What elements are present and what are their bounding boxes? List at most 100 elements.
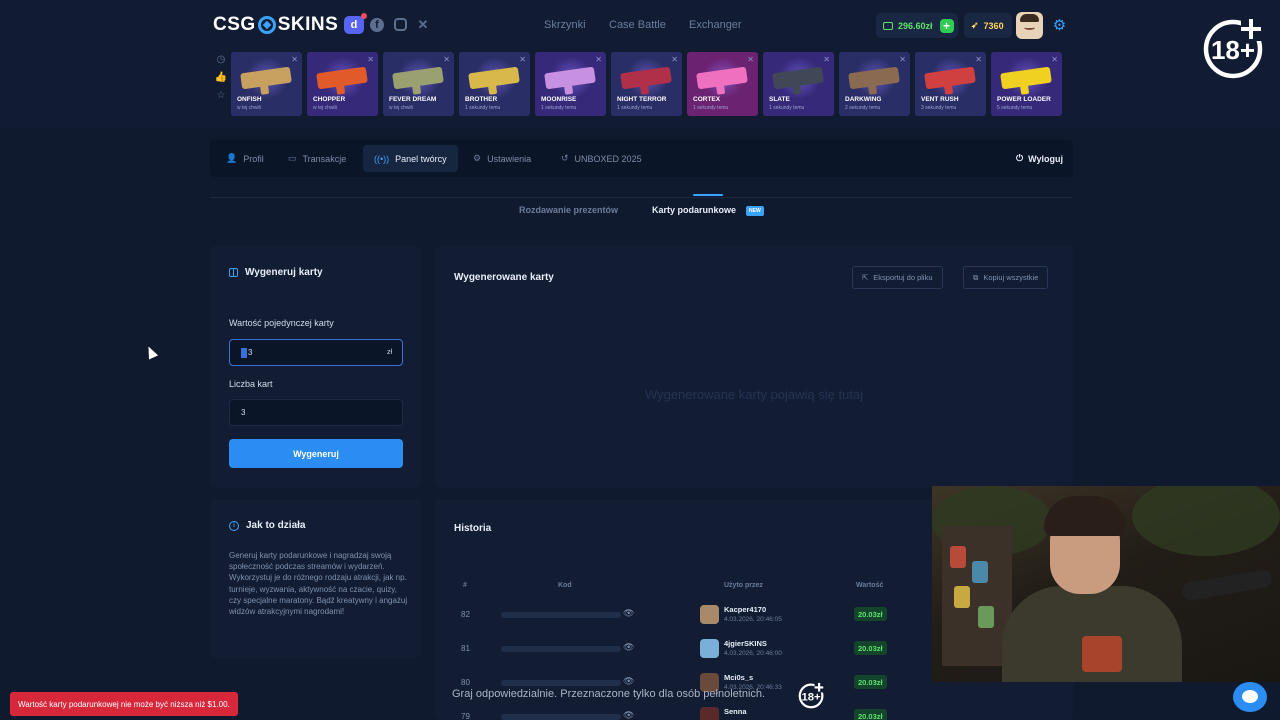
- nav-case-battle[interactable]: Case Battle: [609, 19, 666, 31]
- case-time: 1 sekundy temu: [617, 105, 653, 111]
- case-time: 1 sekundy temu: [465, 105, 501, 111]
- can: [972, 561, 988, 583]
- close-icon[interactable]: ✕: [747, 55, 754, 64]
- card-count-label: Liczba kart: [229, 379, 273, 389]
- settings-gear-icon[interactable]: ⚙: [1051, 17, 1068, 34]
- user-name: Kacper4170: [724, 605, 767, 614]
- case-time: 1 sekundy temu: [769, 105, 805, 111]
- power-icon: ⏻: [1016, 153, 1024, 163]
- mouse-cursor-icon: [143, 344, 159, 360]
- subtab-gift-cards[interactable]: Karty podarunkowe: [652, 205, 736, 215]
- eye-icon[interactable]: 👁: [623, 676, 634, 687]
- case-card[interactable]: ✕ BROTHER 1 sekundy temu: [459, 52, 530, 116]
- close-icon[interactable]: ✕: [367, 55, 374, 64]
- clock-icon[interactable]: ◷: [217, 54, 226, 65]
- responsible-gaming-disclaimer: Graj odpowiedzialnie. Przeznaczone tylko…: [452, 688, 766, 700]
- case-card[interactable]: ✕ CHOPPER w tej chwili: [307, 52, 378, 116]
- x-icon[interactable]: ✕: [416, 17, 430, 32]
- close-icon[interactable]: ✕: [595, 55, 602, 64]
- case-card[interactable]: ✕ POWER LOADER 5 sekundy temu: [991, 52, 1062, 116]
- tab-creator-panel[interactable]: ((•)) Panel twórcy: [363, 145, 458, 172]
- case-time: w tej chwili: [389, 105, 413, 111]
- case-name: MOONRISE: [541, 96, 577, 103]
- site-logo[interactable]: CSG SKINS: [213, 14, 338, 36]
- tab-profile[interactable]: 👤 Profil: [215, 145, 275, 172]
- error-toast[interactable]: Wartość karty podarunkowej nie może być …: [10, 692, 238, 716]
- thumbs-up-icon[interactable]: 👍: [215, 72, 227, 83]
- user-avatar: [700, 707, 719, 720]
- broadcast-icon: ((•)): [374, 153, 390, 164]
- wallet-icon: [883, 21, 893, 30]
- balance-display[interactable]: 296.60zł +: [876, 13, 958, 38]
- case-name: FEVER DREAM: [389, 96, 437, 103]
- logo-text-left: CSG: [213, 14, 256, 35]
- eye-icon[interactable]: 👁: [623, 710, 634, 720]
- facebook-icon[interactable]: f: [370, 18, 384, 32]
- tab-unboxed-2025[interactable]: ↺ UNBOXED 2025: [550, 145, 653, 172]
- case-card[interactable]: ✕ SLATE 1 sekundy temu: [763, 52, 834, 116]
- export-icon: ⇱: [862, 273, 869, 282]
- case-card[interactable]: ✕ NIGHT TERROR 1 sekundy temu: [611, 52, 682, 116]
- active-subtab-indicator: [693, 194, 723, 196]
- logo-text-right: SKINS: [277, 14, 339, 35]
- case-time: 1 sekundy temu: [541, 105, 577, 111]
- export-button[interactable]: ⇱ Eksportuj do pliku: [852, 266, 943, 289]
- close-icon[interactable]: ✕: [519, 55, 526, 64]
- eye-icon[interactable]: 👁: [623, 642, 634, 653]
- copy-icon: ⧉: [973, 272, 979, 282]
- tab-settings[interactable]: ⚙ Ustawienia: [462, 145, 542, 172]
- close-icon[interactable]: ✕: [823, 55, 830, 64]
- case-card[interactable]: ✕ FEVER DREAM w tej chwili: [383, 52, 454, 116]
- points-display[interactable]: ➶ 7360: [964, 13, 1012, 38]
- generate-button[interactable]: Wygeneruj: [229, 439, 403, 468]
- history-icon: ↺: [561, 153, 569, 163]
- microphone: [1181, 568, 1273, 602]
- food-box: [1082, 636, 1122, 672]
- generated-cards-title: Wygenerowane karty: [454, 272, 554, 283]
- case-card[interactable]: ✕ VENT RUSH 3 sekundy temu: [915, 52, 986, 116]
- case-time: w tej chwili: [313, 105, 337, 111]
- used-date: 4.03.2026, 20:46:05: [724, 616, 782, 623]
- close-icon[interactable]: ✕: [671, 55, 678, 64]
- can: [954, 586, 970, 608]
- deposit-button[interactable]: +: [939, 18, 954, 33]
- nav-cases[interactable]: Skrzynki: [544, 19, 586, 31]
- case-card[interactable]: ✕ DARKWING 2 sekundy temu: [839, 52, 910, 116]
- tab-transactions[interactable]: ▭ Transakcje: [277, 145, 357, 172]
- rocket-icon: ➶: [971, 20, 979, 30]
- subtab-giveaways[interactable]: Rozdawanie prezentów: [519, 205, 618, 215]
- logout-button[interactable]: ⏻ Wyloguj: [1016, 145, 1063, 172]
- generate-cards-title: Wygeneruj karty: [229, 267, 323, 278]
- instagram-icon[interactable]: [394, 18, 407, 31]
- generated-cards-panel: Wygenerowane karty ⇱ Eksportuj do pliku ⧉…: [435, 246, 1073, 488]
- case-name: NIGHT TERROR: [617, 96, 667, 103]
- hidden-code: [501, 714, 621, 720]
- case-card[interactable]: ✕ ONFISH w tej chwili: [231, 52, 302, 116]
- case-strip-filters: ◷ 👍 ☆: [214, 54, 228, 101]
- card-value-input[interactable]: 3 zł: [229, 339, 403, 366]
- nav-exchanger[interactable]: Exchanger: [689, 19, 742, 31]
- close-icon[interactable]: ✕: [975, 55, 982, 64]
- notification-dot: [361, 13, 367, 19]
- close-icon[interactable]: ✕: [291, 55, 298, 64]
- user-avatar: [700, 639, 719, 658]
- discord-icon[interactable]: d: [344, 13, 367, 34]
- close-icon[interactable]: ✕: [443, 55, 450, 64]
- col-code: Kod: [558, 582, 572, 589]
- eye-icon[interactable]: 👁: [623, 608, 634, 619]
- case-card[interactable]: ✕ MOONRISE 1 sekundy temu: [535, 52, 606, 116]
- card-count-input[interactable]: 3: [229, 399, 403, 426]
- user-avatar[interactable]: [1016, 12, 1043, 39]
- chat-support-icon[interactable]: [1233, 682, 1267, 712]
- star-icon[interactable]: ☆: [217, 90, 226, 101]
- age-18-small-text: 18+: [801, 691, 821, 703]
- close-icon[interactable]: ✕: [899, 55, 906, 64]
- case-card[interactable]: ✕ CORTEX 1 sekundy temu: [687, 52, 758, 116]
- value-badge: 20.03zł: [854, 641, 887, 655]
- col-number: #: [463, 582, 467, 589]
- col-value: Wartość: [856, 582, 884, 589]
- close-icon[interactable]: ✕: [1051, 55, 1058, 64]
- col-used-by: Użyto przez: [724, 582, 763, 589]
- copy-all-button[interactable]: ⧉ Kopiuj wszystkie: [963, 266, 1049, 289]
- can: [950, 546, 966, 568]
